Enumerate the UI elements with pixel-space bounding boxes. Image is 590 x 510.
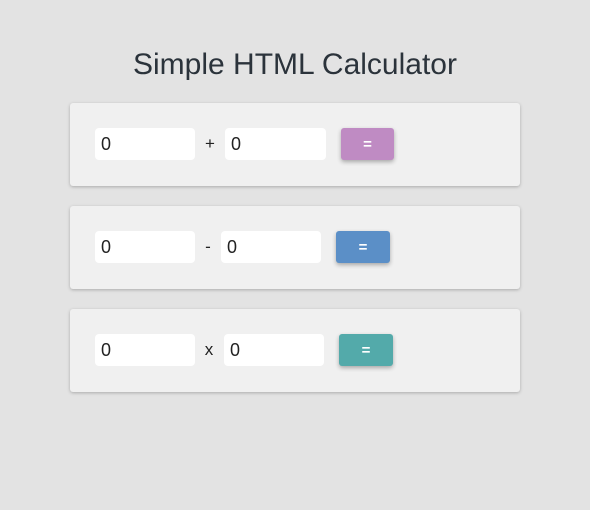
subtraction-card: - = (70, 206, 520, 289)
subtraction-equals-button[interactable]: = (336, 231, 390, 263)
subtraction-operand-b-input[interactable] (221, 231, 321, 263)
addition-operator: + (205, 134, 215, 153)
multiplication-operator: x (204, 340, 214, 359)
subtraction-operator: - (205, 237, 211, 256)
addition-operand-b-input[interactable] (225, 128, 326, 160)
multiplication-operand-a-input[interactable] (95, 334, 195, 366)
addition-card: + = (70, 103, 520, 186)
subtraction-operand-a-input[interactable] (95, 231, 195, 263)
addition-operand-a-input[interactable] (95, 128, 195, 160)
addition-equals-button[interactable]: = (341, 128, 394, 160)
multiplication-equals-button[interactable]: = (339, 334, 393, 366)
page-title: Simple HTML Calculator (133, 48, 457, 81)
multiplication-card: x = (70, 309, 520, 392)
calculator-page: Simple HTML Calculator + = - = x = (0, 0, 590, 510)
multiplication-operand-b-input[interactable] (224, 334, 324, 366)
